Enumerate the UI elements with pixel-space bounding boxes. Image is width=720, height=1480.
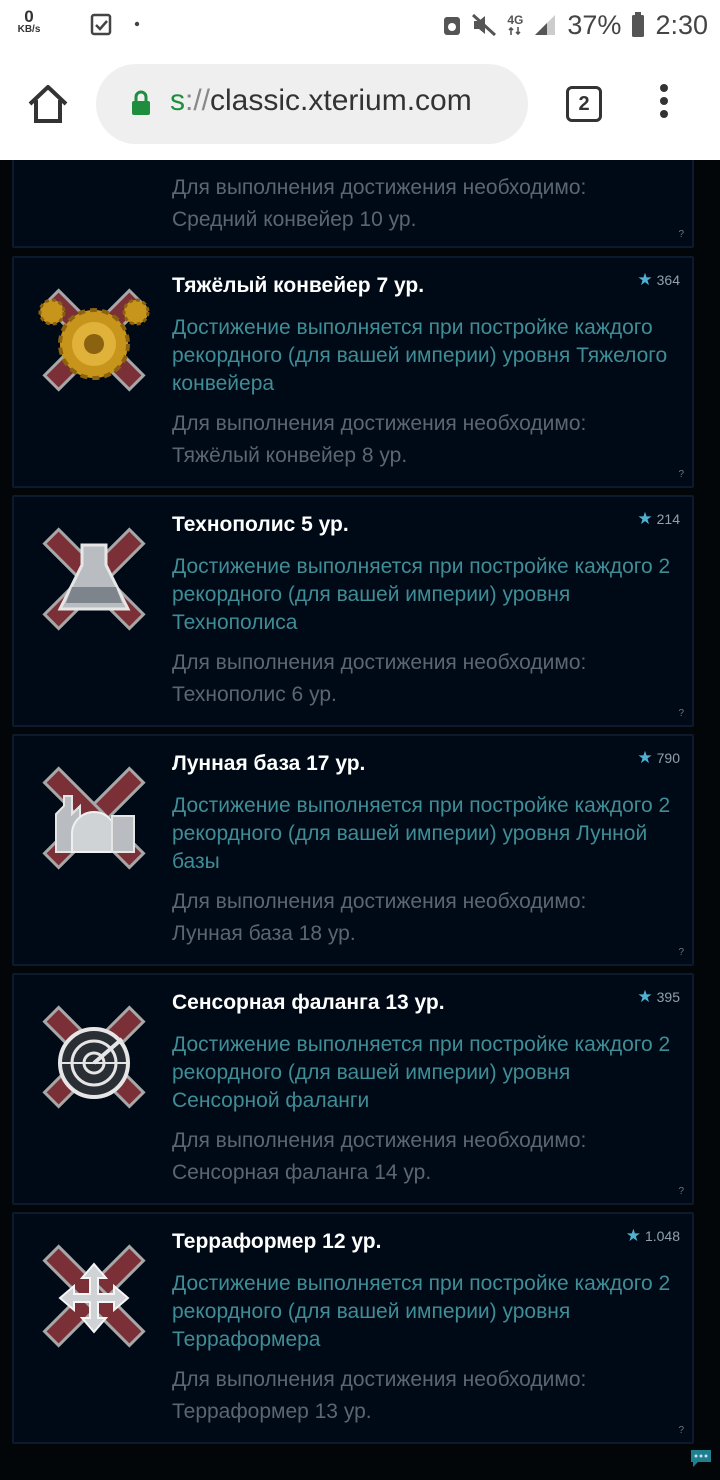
requirement-value: Терраформер 13 ур. — [172, 1400, 372, 1423]
requirement-label: Для выполнения достижения необходимо: — [172, 1129, 587, 1152]
points-badge: ★ 395 — [637, 987, 680, 1007]
achievement-title: Тяжёлый конвейер 7 ур. — [172, 274, 425, 297]
lock-icon — [132, 90, 150, 115]
points-badge: ★ 364 — [637, 270, 680, 290]
achievement-description: Достижение выполняется при постройке каж… — [172, 555, 671, 634]
requirement-value: Сенсорная фаланга 14 ур. — [172, 1161, 432, 1184]
tab-switcher-button[interactable]: 2 — [566, 86, 602, 122]
requirement-label: Для выполнения достижения необходимо: — [172, 651, 587, 674]
achievement-description: Достижение выполняется при постройке каж… — [172, 316, 668, 395]
requirement-text: Для выполнения достижения необходимо: Те… — [172, 1364, 672, 1428]
requirement-value: Тяжёлый конвейер 8 ур. — [172, 444, 408, 467]
star-icon: ★ — [637, 748, 653, 767]
speed-value: 0 — [24, 7, 34, 26]
points-badge: ★ 1.048 — [626, 1226, 680, 1246]
network-label: 4G — [507, 13, 524, 27]
clock: 2:30 — [655, 9, 708, 40]
achievement-title: Сенсорная фаланга 13 ур. — [172, 991, 445, 1014]
help-link[interactable]: ? — [678, 947, 684, 958]
network-speed: 0 KB/s — [12, 8, 46, 35]
requirement-label: Для выполнения достижения необходимо: — [172, 176, 587, 199]
achievement-card: Терраформер 12 ур. ★ 1.048 Достижение вып… — [12, 1212, 694, 1444]
achievement-description: Достижение выполняется при постройке каж… — [172, 1272, 671, 1351]
data-arrows-icon — [508, 26, 521, 36]
achievements-list: Для выполнения достижения необходимо: Ср… — [0, 160, 720, 1480]
requirement-label: Для выполнения достижения необходимо: — [172, 412, 587, 435]
flask-emblem-icon — [42, 527, 146, 631]
gear-emblem-icon — [38, 288, 150, 392]
mute-icon — [472, 13, 497, 37]
achievement-card: Технополис 5 ур. ★ 214 Достижение выполня… — [12, 495, 694, 727]
battery-icon — [632, 12, 645, 37]
status-right: 4G 37% 2:30 — [443, 8, 708, 42]
browser-toolbar: s://classic.xterium.com 2 — [0, 50, 720, 160]
achievement-description: Достижение выполняется при постройке каж… — [172, 794, 671, 873]
achievement-title: Лунная база 17 ур. — [172, 752, 366, 775]
help-link[interactable]: ? — [678, 1186, 684, 1197]
signal-icon — [535, 15, 556, 35]
overflow-menu-icon[interactable] — [656, 84, 672, 124]
requirement-text: Для выполнения достижения необходимо: Тя… — [172, 408, 672, 472]
achievement-title: Технополис 5 ур. — [172, 513, 349, 536]
help-link[interactable]: ? — [678, 469, 684, 480]
achievement-card: Лунная база 17 ур. ★ 790 Достижение выпол… — [12, 734, 694, 966]
alarm-icon — [444, 17, 461, 35]
requirement-text: Для выполнения достижения необходимо: Се… — [172, 1125, 672, 1189]
star-icon: ★ — [637, 270, 653, 289]
points-badge: ★ 214 — [637, 509, 680, 529]
achievement-card: Сенсорная фаланга 13 ур. ★ 395 Достижение… — [12, 973, 694, 1205]
network-type: 4G — [507, 14, 523, 36]
battery-percent: 37% — [567, 9, 622, 40]
help-link[interactable]: ? — [678, 708, 684, 719]
url-host: classic.xterium.com — [210, 84, 472, 117]
help-link[interactable]: ? — [678, 1425, 684, 1436]
address-bar[interactable]: s://classic.xterium.com — [96, 64, 528, 144]
requirement-value: Лунная база 18 ур. — [172, 922, 356, 945]
achievement-title: Терраформер 12 ур. — [172, 1230, 382, 1253]
points-value: 364 — [656, 272, 680, 288]
points-badge: ★ 790 — [637, 748, 680, 768]
chat-icon[interactable] — [690, 1448, 712, 1468]
terraformer-emblem-icon — [42, 1244, 146, 1348]
achievement-card: Тяжёлый конвейер 7 ур. ★ 364 Достижение в… — [12, 256, 694, 488]
requirement-text: Для выполнения достижения необходимо: Лу… — [172, 886, 672, 950]
clipboard-check-icon — [90, 13, 112, 36]
moonbase-emblem-icon — [42, 766, 146, 870]
achievement-description: Достижение выполняется при постройке каж… — [172, 1033, 671, 1112]
requirement-value: Технополис 6 ур. — [172, 683, 337, 706]
star-icon: ★ — [625, 1226, 641, 1245]
requirement-value: Средний конвейер 10 ур. — [172, 208, 417, 231]
requirement-label: Для выполнения достижения необходимо: — [172, 1368, 587, 1391]
home-icon[interactable] — [26, 82, 70, 126]
url-separator: :// — [185, 84, 211, 117]
achievement-card: Для выполнения достижения необходимо: Ср… — [12, 160, 694, 248]
star-icon: ★ — [637, 509, 653, 528]
requirement-text: Для выполнения достижения необходимо: Ср… — [172, 172, 672, 236]
speed-unit: KB/s — [17, 24, 41, 35]
radar-emblem-icon — [42, 1005, 146, 1109]
points-value: 790 — [656, 750, 680, 766]
url-scheme: s — [170, 84, 185, 117]
points-value: 395 — [656, 989, 680, 1005]
url-text: s://classic.xterium.com — [170, 84, 472, 118]
points-value: 214 — [656, 511, 680, 527]
help-link[interactable]: ? — [678, 229, 684, 240]
status-bar: 0 KB/s 4G 37% 2:30 — [0, 0, 720, 50]
requirement-label: Для выполнения достижения необходимо: — [172, 890, 587, 913]
points-value: 1.048 — [644, 1228, 680, 1244]
notification-dot-icon — [134, 21, 140, 27]
star-icon: ★ — [637, 987, 653, 1006]
requirement-text: Для выполнения достижения необходимо: Те… — [172, 647, 672, 711]
